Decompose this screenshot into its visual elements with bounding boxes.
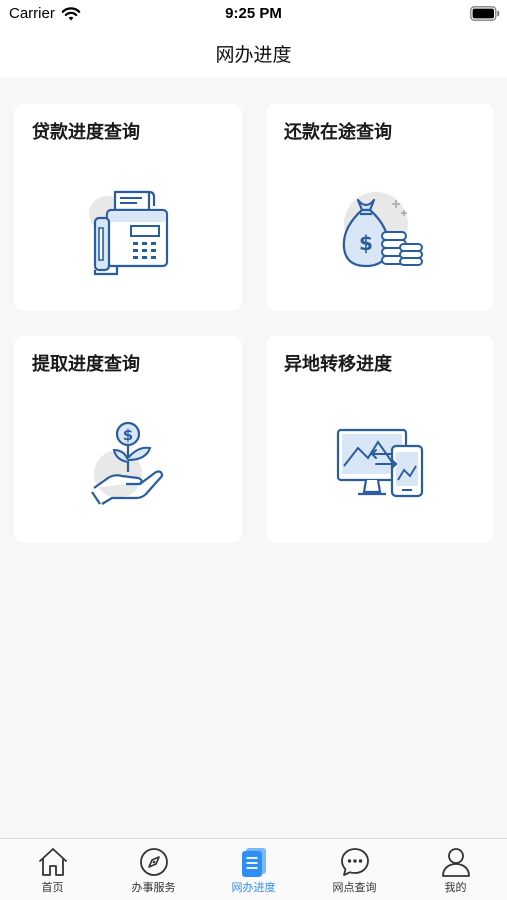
monitor-phone-transfer-icon (336, 428, 424, 498)
document-icon (242, 848, 266, 877)
card-relocation-transfer[interactable]: 异地转移进度 (266, 336, 494, 543)
tab-label: 办事服务 (131, 881, 176, 894)
nav-bar: 网办进度 (0, 30, 507, 78)
battery-icon (470, 6, 500, 21)
card-title: 异地转移进度 (284, 354, 392, 375)
tab-label: 网办进度 (231, 881, 276, 894)
tab-label: 我的 (444, 881, 467, 894)
card-loan-progress[interactable]: 贷款进度查询 (14, 104, 242, 311)
tab-outlets[interactable]: 网点查询 (304, 839, 405, 900)
svg-text:$: $ (123, 426, 133, 444)
tab-services[interactable]: 办事服务 (103, 839, 204, 900)
tab-progress[interactable]: 网办进度 (203, 839, 304, 900)
svg-text:$: $ (359, 231, 373, 255)
home-icon (39, 848, 67, 876)
tab-mine[interactable]: 我的 (405, 839, 506, 900)
status-time: 9:25 PM (225, 5, 282, 22)
status-bar: Carrier 9:25 PM (0, 0, 507, 30)
compass-icon (140, 848, 168, 876)
tab-label: 网点查询 (332, 881, 377, 894)
user-icon (442, 848, 470, 877)
card-title: 还款在途查询 (284, 122, 392, 143)
tab-label: 首页 (41, 881, 64, 894)
fax-machine-icon (89, 190, 169, 276)
card-repayment-transit[interactable]: 还款在途查询 $ (266, 104, 494, 311)
card-withdrawal-progress[interactable]: 提取进度查询 $ (14, 336, 242, 543)
tab-bar: 首页 办事服务 网办进度 网点查询 我的 (0, 838, 507, 900)
hand-coin-plant-icon: $ (91, 421, 164, 505)
chat-bubble-icon (341, 848, 369, 876)
card-title: 提取进度查询 (32, 354, 140, 375)
card-title: 贷款进度查询 (32, 122, 140, 143)
screen: Carrier 9:25 PM 网办进度 贷款进度查询 还款在途查询 $ 提取进… (0, 0, 507, 900)
tab-home[interactable]: 首页 (2, 839, 103, 900)
money-bag-coins-icon: $ (342, 192, 423, 268)
page-title: 网办进度 (215, 44, 292, 66)
